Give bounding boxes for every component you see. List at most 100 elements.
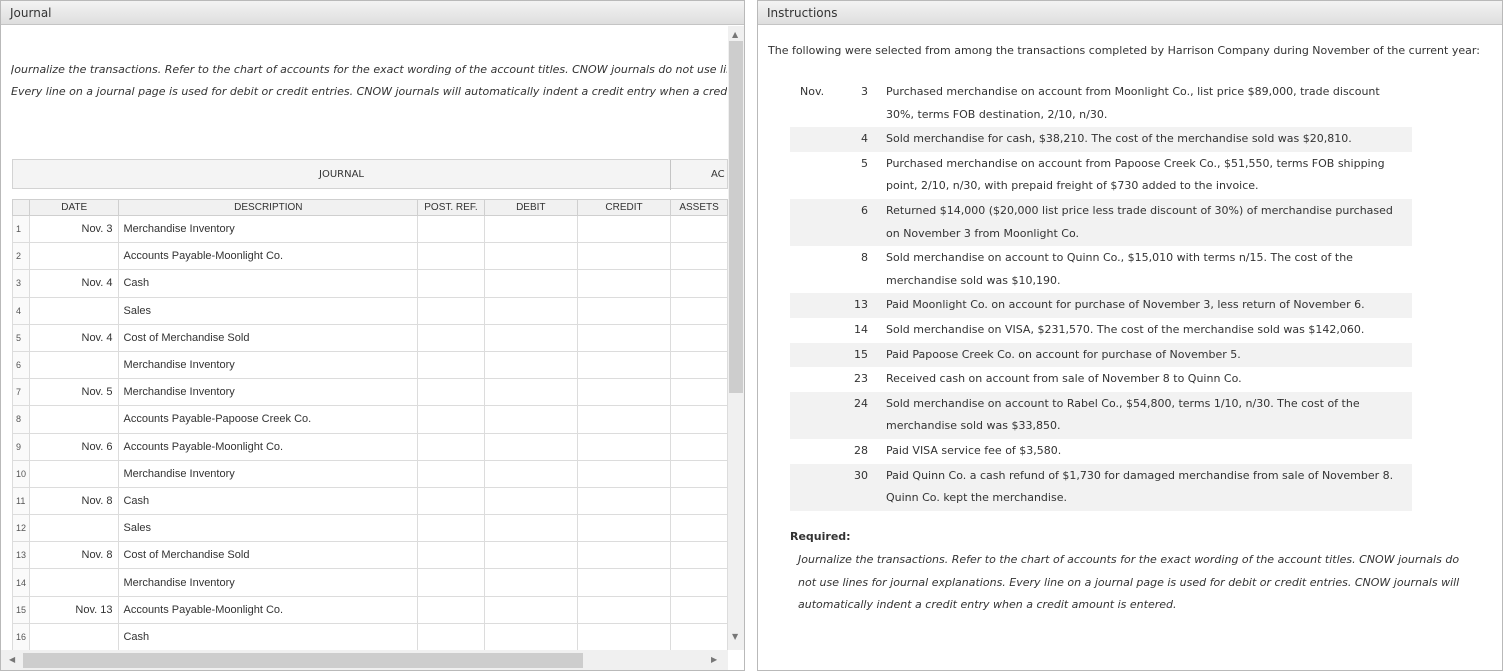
credit-cell[interactable] [576, 514, 672, 543]
credit-cell[interactable] [576, 622, 672, 651]
debit-cell[interactable] [483, 242, 578, 271]
post-ref-cell[interactable] [417, 595, 485, 624]
date-cell[interactable] [29, 296, 120, 325]
debit-cell[interactable] [483, 622, 578, 651]
description-cell[interactable]: Accounts Payable-Moonlight Co. [118, 595, 419, 624]
date-cell[interactable]: Nov. 13 [29, 595, 120, 624]
assets-cell[interactable] [670, 514, 728, 543]
date-cell[interactable]: Nov. 6 [29, 432, 120, 461]
credit-cell[interactable] [576, 486, 672, 516]
debit-cell[interactable] [483, 595, 578, 624]
assets-cell[interactable] [670, 296, 728, 325]
post-ref-cell[interactable] [417, 296, 485, 325]
credit-cell[interactable] [576, 296, 672, 325]
date-cell[interactable]: Nov. 4 [29, 323, 120, 352]
description-cell[interactable]: Sales [118, 296, 419, 325]
description-cell[interactable]: Sales [118, 514, 419, 543]
post-ref-cell[interactable] [417, 432, 485, 461]
assets-cell[interactable] [670, 459, 728, 488]
credit-cell[interactable] [576, 269, 672, 298]
description-cell[interactable]: Cost of Merchandise Sold [118, 323, 419, 352]
post-ref-cell[interactable] [417, 622, 485, 651]
credit-cell[interactable] [576, 350, 672, 380]
credit-cell[interactable] [576, 541, 672, 570]
credit-cell[interactable] [576, 405, 672, 434]
debit-cell[interactable] [483, 350, 578, 380]
date-cell[interactable] [29, 459, 120, 488]
date-cell[interactable] [29, 405, 120, 434]
journal-horizontal-scrollbar[interactable]: ◀ ▶ [1, 650, 728, 670]
date-cell[interactable]: Nov. 8 [29, 486, 120, 516]
debit-cell[interactable] [483, 214, 578, 244]
assets-cell[interactable] [670, 378, 728, 407]
credit-cell[interactable] [576, 432, 672, 461]
description-cell[interactable]: Merchandise Inventory [118, 350, 419, 380]
description-cell[interactable]: Accounts Payable-Moonlight Co. [118, 242, 419, 271]
credit-cell[interactable] [576, 568, 672, 597]
debit-cell[interactable] [483, 459, 578, 488]
post-ref-cell[interactable] [417, 514, 485, 543]
date-cell[interactable]: Nov. 8 [29, 541, 120, 570]
assets-cell[interactable] [670, 568, 728, 597]
credit-cell[interactable] [576, 323, 672, 352]
debit-cell[interactable] [483, 323, 578, 352]
credit-cell[interactable] [576, 378, 672, 407]
post-ref-cell[interactable] [417, 378, 485, 407]
debit-cell[interactable] [483, 432, 578, 461]
post-ref-cell[interactable] [417, 214, 485, 244]
vertical-scroll-thumb[interactable] [729, 41, 743, 393]
description-cell[interactable]: Merchandise Inventory [118, 378, 419, 407]
post-ref-cell[interactable] [417, 459, 485, 488]
assets-cell[interactable] [670, 323, 728, 352]
post-ref-cell[interactable] [417, 323, 485, 352]
debit-cell[interactable] [483, 541, 578, 570]
scroll-left-arrow-icon[interactable]: ◀ [9, 655, 15, 664]
horizontal-scroll-thumb[interactable] [23, 653, 583, 668]
assets-cell[interactable] [670, 214, 728, 244]
credit-cell[interactable] [576, 595, 672, 624]
post-ref-cell[interactable] [417, 541, 485, 570]
debit-cell[interactable] [483, 378, 578, 407]
assets-cell[interactable] [670, 269, 728, 298]
debit-cell[interactable] [483, 296, 578, 325]
description-cell[interactable]: Accounts Payable-Papoose Creek Co. [118, 405, 419, 434]
assets-cell[interactable] [670, 405, 728, 434]
credit-cell[interactable] [576, 214, 672, 244]
date-cell[interactable] [29, 568, 120, 597]
description-cell[interactable]: Merchandise Inventory [118, 568, 419, 597]
assets-cell[interactable] [670, 595, 728, 624]
date-cell[interactable]: Nov. 3 [29, 214, 120, 244]
assets-cell[interactable] [670, 350, 728, 380]
post-ref-cell[interactable] [417, 269, 485, 298]
date-cell[interactable]: Nov. 5 [29, 378, 120, 407]
post-ref-cell[interactable] [417, 350, 485, 380]
debit-cell[interactable] [483, 486, 578, 516]
post-ref-cell[interactable] [417, 405, 485, 434]
date-cell[interactable] [29, 622, 120, 651]
debit-cell[interactable] [483, 514, 578, 543]
description-cell[interactable]: Cash [118, 486, 419, 516]
description-cell[interactable]: Cash [118, 622, 419, 651]
credit-cell[interactable] [576, 459, 672, 488]
assets-cell[interactable] [670, 486, 728, 516]
post-ref-cell[interactable] [417, 568, 485, 597]
description-cell[interactable]: Cash [118, 269, 419, 298]
description-cell[interactable]: Merchandise Inventory [118, 459, 419, 488]
scroll-right-arrow-icon[interactable]: ▶ [711, 655, 717, 664]
assets-cell[interactable] [670, 541, 728, 570]
scroll-up-arrow-icon[interactable]: ▲ [732, 30, 738, 39]
post-ref-cell[interactable] [417, 486, 485, 516]
assets-cell[interactable] [670, 622, 728, 651]
journal-vertical-scrollbar[interactable]: ▲ ▼ [728, 26, 744, 650]
post-ref-cell[interactable] [417, 242, 485, 271]
date-cell[interactable] [29, 514, 120, 543]
description-cell[interactable]: Cost of Merchandise Sold [118, 541, 419, 570]
debit-cell[interactable] [483, 568, 578, 597]
date-cell[interactable] [29, 350, 120, 380]
assets-cell[interactable] [670, 432, 728, 461]
date-cell[interactable]: Nov. 4 [29, 269, 120, 298]
description-cell[interactable]: Merchandise Inventory [118, 214, 419, 244]
debit-cell[interactable] [483, 269, 578, 298]
date-cell[interactable] [29, 242, 120, 271]
description-cell[interactable]: Accounts Payable-Moonlight Co. [118, 432, 419, 461]
